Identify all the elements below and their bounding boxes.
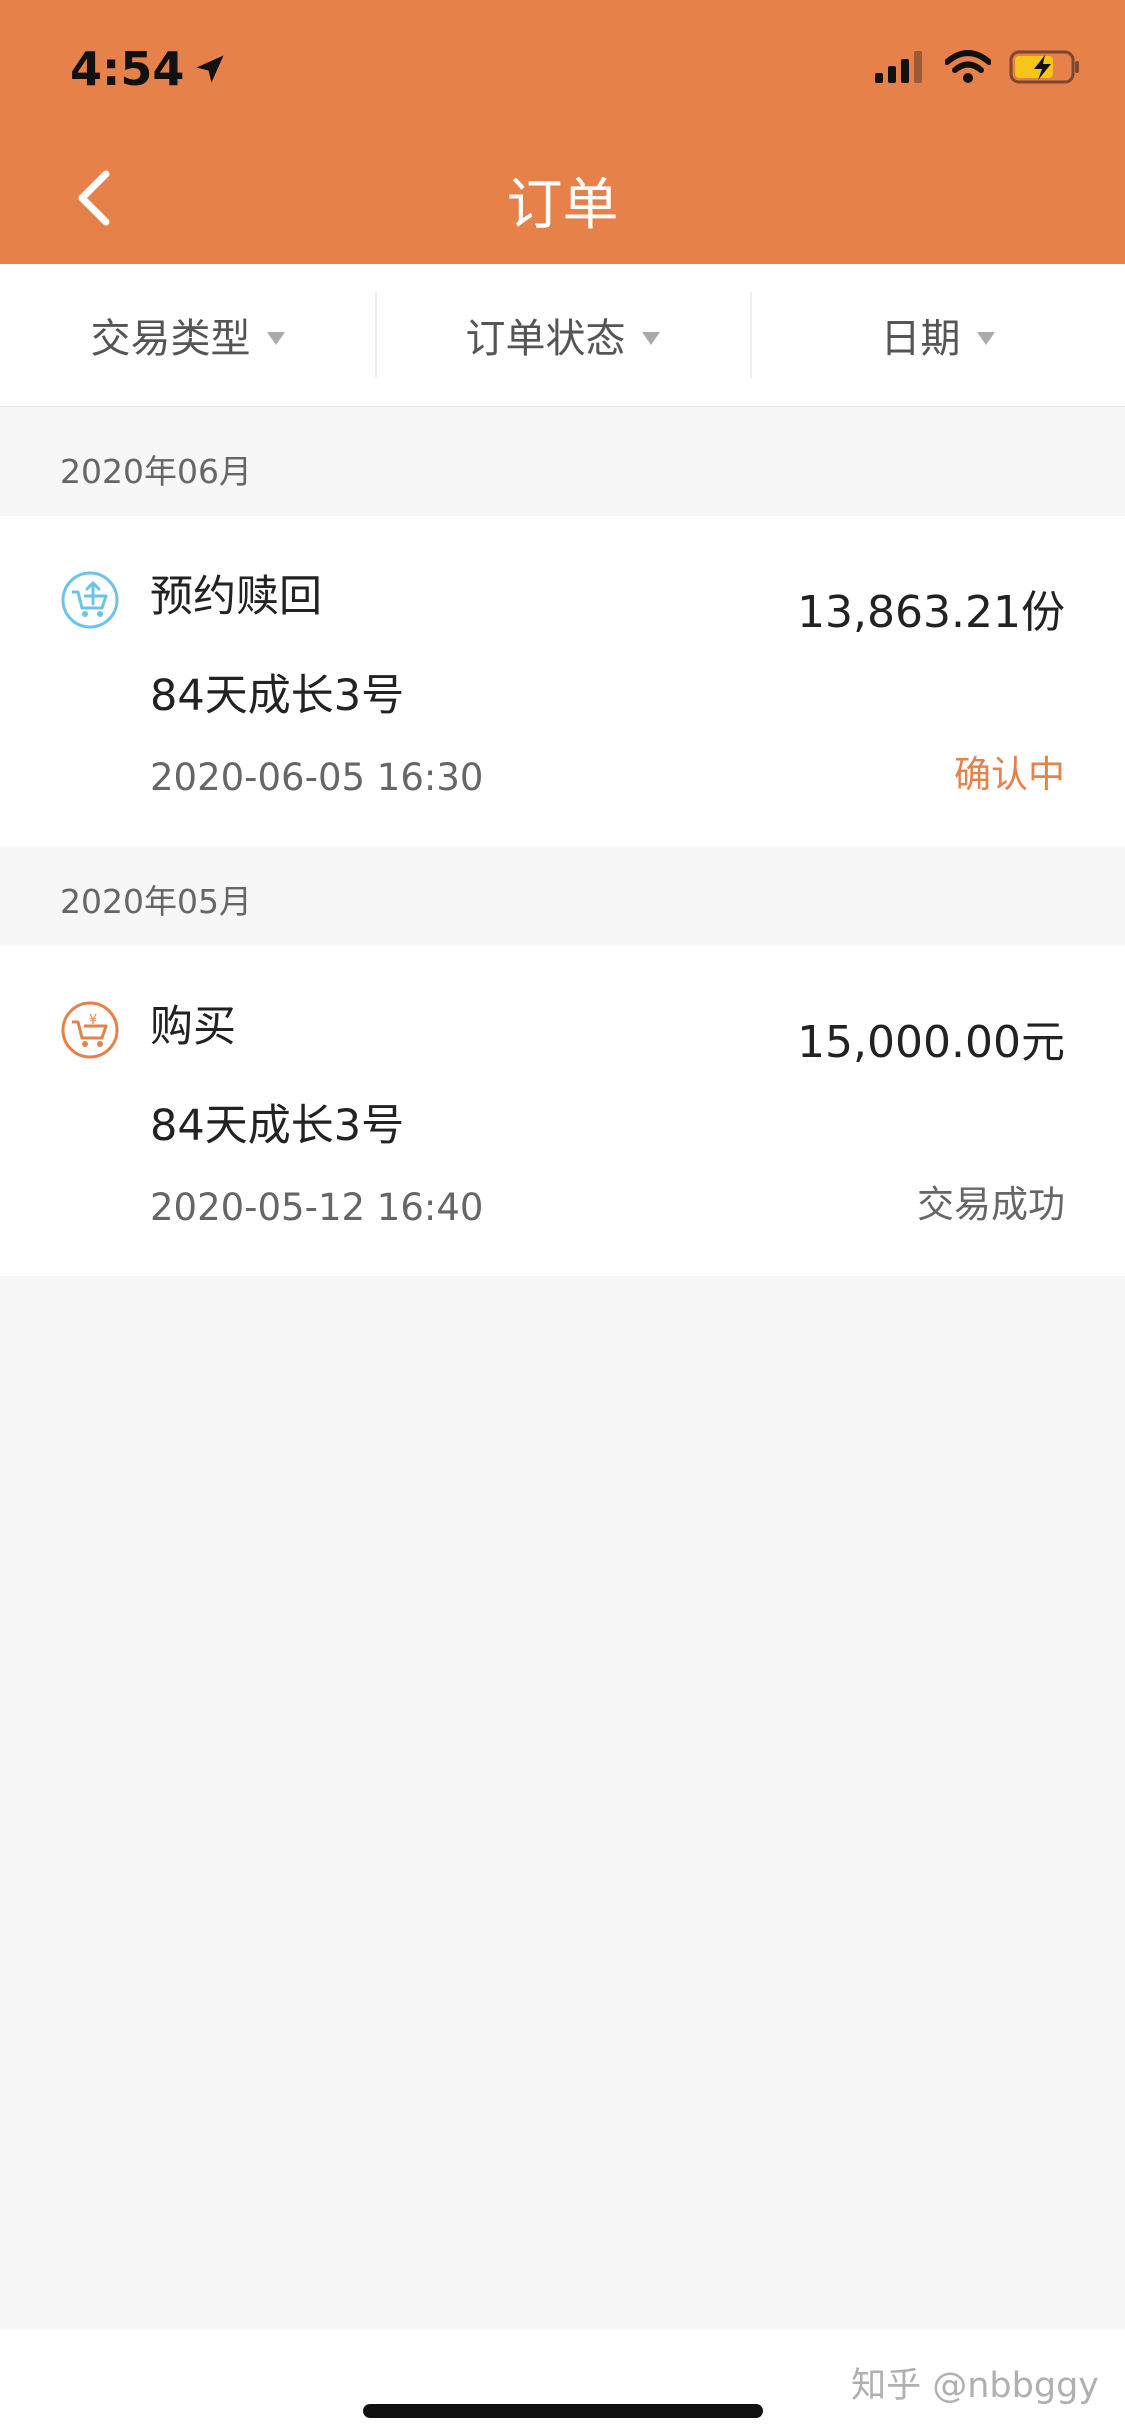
order-status: 交易成功 bbox=[917, 1183, 1065, 1226]
month-header: 2020年05月 bbox=[60, 882, 252, 921]
order-item[interactable]: 预约赎回 84天成长3号 2020-06-05 16:30 13,863.21份… bbox=[0, 516, 1125, 846]
filter-order-status[interactable]: 订单状态 bbox=[375, 264, 750, 406]
filter-date[interactable]: 日期 bbox=[750, 264, 1125, 406]
home-indicator[interactable] bbox=[363, 2404, 763, 2418]
order-item[interactable]: ¥ 购买 84天成长3号 2020-05-12 16:40 15,000.00元… bbox=[0, 946, 1125, 1276]
order-type: 预约赎回 bbox=[150, 572, 322, 622]
battery-charging-icon bbox=[1009, 50, 1079, 84]
order-product: 84天成长3号 bbox=[150, 671, 405, 721]
watermark: 知乎 @nbbggy bbox=[851, 2366, 1099, 2406]
status-bar-time: 4:54 bbox=[70, 42, 228, 96]
status-icons bbox=[875, 50, 1081, 84]
order-amount: 15,000.00元 bbox=[797, 1017, 1065, 1068]
home-bar: 知乎 @nbbggy bbox=[0, 2330, 1125, 2436]
filter-label: 交易类型 bbox=[90, 316, 251, 362]
dropdown-caret-icon bbox=[641, 331, 660, 345]
order-type: 购买 bbox=[150, 1002, 236, 1052]
filter-bar: 交易类型 订单状态 日期 bbox=[0, 264, 1125, 407]
cellular-signal-icon bbox=[875, 51, 922, 83]
order-date: 2020-06-05 16:30 bbox=[150, 756, 484, 799]
dropdown-caret-icon bbox=[976, 331, 995, 345]
purchase-cart-icon: ¥ bbox=[61, 1001, 119, 1059]
app-header: 4:54 订单 bbox=[0, 0, 1125, 264]
dropdown-caret-icon bbox=[266, 331, 285, 345]
location-arrow-icon bbox=[196, 55, 224, 83]
filter-label: 订单状态 bbox=[465, 316, 626, 362]
order-status: 确认中 bbox=[954, 753, 1065, 796]
order-date: 2020-05-12 16:40 bbox=[150, 1186, 484, 1229]
svg-text:¥: ¥ bbox=[89, 1013, 97, 1028]
page-title: 订单 bbox=[506, 173, 619, 238]
wifi-icon bbox=[945, 50, 991, 83]
redeem-cart-icon bbox=[61, 571, 119, 629]
order-product: 84天成长3号 bbox=[150, 1101, 405, 1151]
month-header: 2020年06月 bbox=[60, 452, 252, 491]
order-amount: 13,863.21份 bbox=[797, 587, 1065, 638]
filter-transaction-type[interactable]: 交易类型 bbox=[0, 264, 375, 406]
filter-label: 日期 bbox=[880, 316, 961, 362]
